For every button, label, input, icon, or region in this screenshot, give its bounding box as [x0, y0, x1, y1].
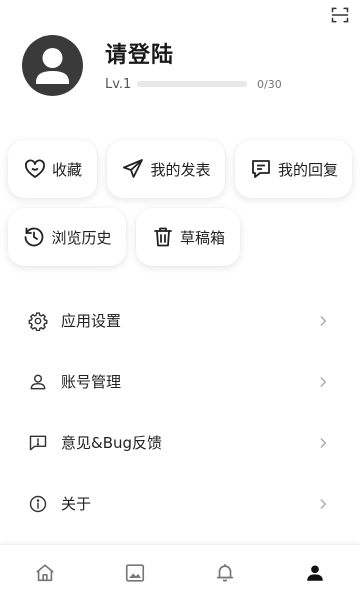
- tab-gallery[interactable]: [90, 545, 180, 600]
- scan-button[interactable]: [330, 5, 350, 25]
- tab-profile[interactable]: [270, 545, 360, 600]
- heart-chat-icon: [25, 159, 45, 178]
- drafts-button[interactable]: 草稿箱: [136, 208, 240, 266]
- my-replies-button[interactable]: 我的回复: [235, 140, 352, 198]
- my-replies-label: 我的回复: [277, 160, 338, 179]
- scan-icon: [331, 7, 349, 23]
- level-progress-bar: [137, 81, 247, 87]
- menu-item-app-settings[interactable]: 应用设置: [0, 290, 360, 351]
- menu-item-about[interactable]: 关于: [0, 473, 360, 534]
- favorites-label: 收藏: [51, 160, 82, 179]
- username[interactable]: 请登陆: [105, 37, 174, 69]
- menu-item-account[interactable]: 账号管理: [0, 351, 360, 412]
- profile-header[interactable]: 请登陆 Lv.1 0/30: [22, 33, 340, 97]
- level-row: Lv.1 0/30: [105, 75, 340, 93]
- home-icon: [36, 563, 54, 581]
- menu-label-feedback: 意见&Bug反馈: [61, 434, 163, 452]
- menu-label-app-settings: 应用设置: [61, 312, 122, 330]
- feedback-icon: [29, 435, 47, 450]
- user-icon: [30, 374, 46, 389]
- tab-home[interactable]: [0, 545, 90, 600]
- chevron-right-icon: [320, 315, 327, 326]
- my-posts-label: 我的发表: [150, 160, 211, 179]
- reply-icon: [252, 160, 270, 178]
- settings-menu: 应用设置 账号管理 意见&Bug反馈 关于: [0, 290, 360, 534]
- favorites-button[interactable]: 收藏: [8, 140, 97, 198]
- level-progress-count: 0/30: [257, 77, 282, 91]
- history-label: 浏览历史: [51, 228, 112, 247]
- menu-item-feedback[interactable]: 意见&Bug反馈: [0, 412, 360, 473]
- tab-notifications[interactable]: [180, 545, 270, 600]
- gear-icon: [28, 311, 48, 331]
- drafts-label: 草稿箱: [179, 228, 225, 247]
- history-button[interactable]: 浏览历史: [8, 208, 126, 266]
- menu-label-about: 关于: [61, 495, 92, 513]
- person-icon: [307, 564, 323, 581]
- chevron-right-icon: [320, 498, 327, 509]
- trash-icon: [154, 227, 172, 247]
- info-icon: [29, 495, 47, 512]
- bottom-tab-bar: [0, 544, 360, 600]
- image-icon: [125, 563, 145, 582]
- bell-icon: [216, 563, 234, 582]
- my-posts-button[interactable]: 我的发表: [107, 140, 225, 198]
- menu-label-account: 账号管理: [61, 373, 122, 391]
- level-label: Lv.1: [105, 76, 132, 92]
- chevron-right-icon: [320, 376, 327, 387]
- avatar[interactable]: [22, 35, 83, 96]
- chevron-right-icon: [320, 437, 327, 448]
- send-icon: [123, 159, 144, 178]
- history-icon: [25, 227, 44, 247]
- user-avatar-icon: [36, 48, 69, 84]
